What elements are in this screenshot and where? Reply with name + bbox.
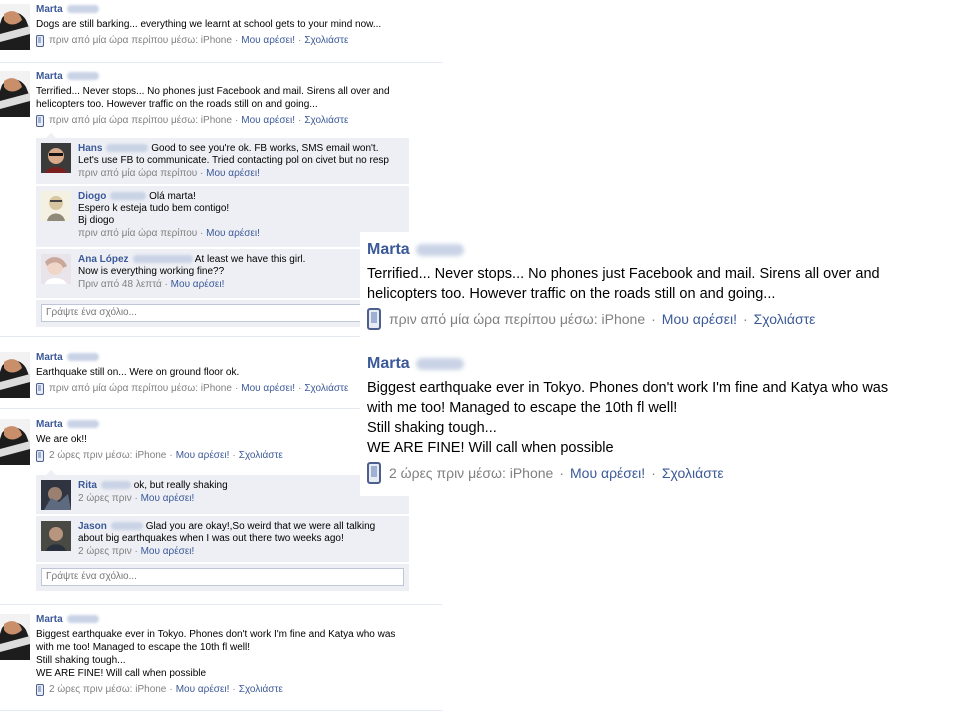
like-link[interactable]: Μου αρέσει! <box>241 114 295 127</box>
like-link[interactable]: Μου αρέσει! <box>241 34 295 47</box>
comment-author[interactable]: Diogo <box>78 191 147 202</box>
post-timestamp: πριν από μία ώρα περίπου μέσω: iPhone <box>49 383 232 394</box>
comment-link[interactable]: Σχολιάστε <box>304 382 348 395</box>
mobile-phone-icon <box>36 34 44 47</box>
comment-link[interactable]: Σχολιάστε <box>754 309 816 329</box>
feed-story: Marta Dogs are still barking... everythi… <box>0 4 442 60</box>
mobile-phone-icon <box>367 308 381 330</box>
mobile-phone-icon <box>36 382 44 395</box>
comment: Rita ok, but really shaking 2 ώρες πριν … <box>36 475 409 515</box>
comment-link[interactable]: Σχολιάστε <box>304 34 348 47</box>
comment-timestamp: 2 ώρες πριν <box>78 546 132 557</box>
post-author[interactable]: Marta <box>36 71 436 83</box>
comment: Diogo Olá marta! Espero k esteja tudo be… <box>36 186 409 248</box>
post-text: Biggest earthquake ever in Tokyo. Phones… <box>36 629 396 679</box>
post-meta: πριν από μία ώρα περίπου μέσω: iPhone · … <box>367 308 947 330</box>
comment-timestamp: 2 ώρες πριν <box>78 493 132 504</box>
write-comment-box: Γράψτε ένα σχόλιο... <box>36 300 409 327</box>
like-link[interactable]: Μου αρέσει! <box>141 493 195 504</box>
post-text: Terrified... Never stops... No phones ju… <box>367 266 880 302</box>
post-meta: 2 ώρες πριν μέσω: iPhone · Μου αρέσει! ·… <box>367 462 947 484</box>
post-timestamp: 2 ώρες πριν μέσω: iPhone <box>389 465 554 481</box>
comment-timestamp: Πριν από 48 λεπτά <box>78 279 162 290</box>
like-link[interactable]: Μου αρέσει! <box>176 683 230 696</box>
comment-list: Hans Good to see you're ok. FB works, SM… <box>36 133 409 328</box>
comment-text: ok, but really shaking <box>133 480 228 491</box>
like-link[interactable]: Μου αρέσει! <box>176 449 230 462</box>
post-author[interactable]: Marta <box>367 240 947 260</box>
post-meta: πριν από μία ώρα περίπου μέσω: iPhone · … <box>36 114 436 127</box>
comment-author[interactable]: Jason <box>78 521 143 532</box>
zoomed-post: Marta Terrified... Never stops... No pho… <box>367 240 947 330</box>
like-link[interactable]: Μου αρέσει! <box>662 309 737 329</box>
comment-avatar[interactable] <box>41 521 71 551</box>
mobile-phone-icon <box>36 449 44 462</box>
avatar[interactable] <box>0 71 30 117</box>
like-link[interactable]: Μου αρέσει! <box>206 168 260 179</box>
post-timestamp: πριν από μία ώρα περίπου μέσω: iPhone <box>389 311 646 327</box>
post-text: Dogs are still barking... everything we … <box>36 19 382 30</box>
zoomed-post: Marta Biggest earthquake ever in Tokyo. … <box>367 354 947 484</box>
feed-story: Marta Biggest earthquake ever in Tokyo. … <box>0 614 442 709</box>
comment-avatar[interactable] <box>41 191 71 221</box>
comment-author[interactable]: Rita <box>78 480 131 491</box>
comment: Ana López At least we have this girl. No… <box>36 249 409 299</box>
comment-link[interactable]: Σχολιάστε <box>304 114 348 127</box>
avatar[interactable] <box>0 4 30 50</box>
like-link[interactable]: Μου αρέσει! <box>241 382 295 395</box>
post-meta: 2 ώρες πριν μέσω: iPhone · Μου αρέσει! ·… <box>36 683 436 696</box>
post-meta: πριν από μία ώρα περίπου μέσω: iPhone · … <box>36 34 436 47</box>
post-text: Terrified... Never stops... No phones ju… <box>36 86 390 110</box>
post-timestamp: πριν από μία ώρα περίπου μέσω: iPhone <box>49 35 232 46</box>
mobile-phone-icon <box>36 114 44 127</box>
comment-input[interactable]: Γράψτε ένα σχόλιο... <box>41 304 404 322</box>
post-timestamp: 2 ώρες πριν μέσω: iPhone <box>49 450 167 461</box>
comment-author[interactable]: Ana López <box>78 254 193 265</box>
comment-author[interactable]: Hans <box>78 143 149 154</box>
avatar[interactable] <box>0 352 30 398</box>
like-link[interactable]: Μου αρέσει! <box>570 463 645 483</box>
post-author[interactable]: Marta <box>36 614 436 626</box>
zoomed-posts-overlay: Marta Terrified... Never stops... No pho… <box>360 232 950 496</box>
comment-link[interactable]: Σχολιάστε <box>239 683 283 696</box>
post-author[interactable]: Marta <box>367 354 947 374</box>
comment-input[interactable]: Γράψτε ένα σχόλιο... <box>41 568 404 586</box>
avatar[interactable] <box>0 419 30 465</box>
post-text: Biggest earthquake ever in Tokyo. Phones… <box>367 380 889 456</box>
comment-avatar[interactable] <box>41 254 71 284</box>
comment-link[interactable]: Σχολιάστε <box>662 463 724 483</box>
comment-timestamp: πριν από μία ώρα περίπου <box>78 168 198 179</box>
post-author[interactable]: Marta <box>36 4 436 16</box>
comment-timestamp: πριν από μία ώρα περίπου <box>78 228 198 239</box>
comment: Jason Glad you are okay!,So weird that w… <box>36 516 409 563</box>
write-comment-box: Γράψτε ένα σχόλιο... <box>36 564 409 591</box>
like-link[interactable]: Μου αρέσει! <box>141 546 195 557</box>
comment-avatar[interactable] <box>41 480 71 510</box>
comment-list: Rita ok, but really shaking 2 ώρες πριν … <box>36 470 409 595</box>
like-link[interactable]: Μου αρέσει! <box>206 228 260 239</box>
comment: Hans Good to see you're ok. FB works, SM… <box>36 138 409 185</box>
mobile-phone-icon <box>36 683 44 696</box>
avatar[interactable] <box>0 614 30 660</box>
mobile-phone-icon <box>367 462 381 484</box>
post-timestamp: πριν από μία ώρα περίπου μέσω: iPhone <box>49 115 232 126</box>
post-timestamp: 2 ώρες πριν μέσω: iPhone <box>49 684 167 695</box>
like-link[interactable]: Μου αρέσει! <box>171 279 225 290</box>
comment-avatar[interactable] <box>41 143 71 173</box>
comment-link[interactable]: Σχολιάστε <box>239 449 283 462</box>
